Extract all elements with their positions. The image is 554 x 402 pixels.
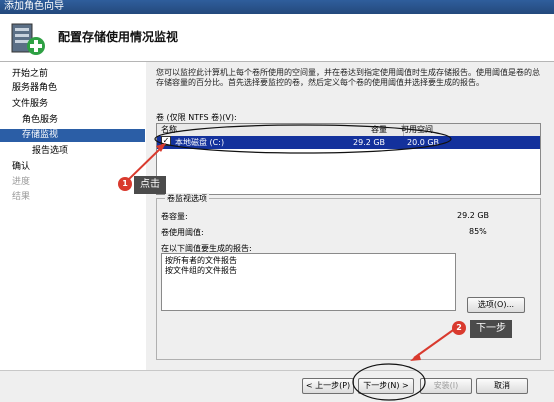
nav-item-before-you-begin[interactable]: 开始之前 xyxy=(12,68,48,81)
threshold-value: 85% xyxy=(469,227,487,236)
volume-free-space: 20.0 GB xyxy=(407,138,440,147)
column-name[interactable]: 名称 xyxy=(161,124,177,136)
server-add-icon xyxy=(11,23,45,55)
nav-item-storage-monitoring[interactable]: 存储监视 xyxy=(0,129,145,142)
step-badge-2: 2 xyxy=(452,321,466,335)
column-free-space[interactable]: 可用空间 xyxy=(401,124,433,136)
previous-button[interactable]: < 上一步(P) xyxy=(302,378,354,394)
nav-item-confirmation[interactable]: 确认 xyxy=(12,161,30,174)
page-title: 配置存储使用情况监视 xyxy=(58,30,179,44)
volume-capacity: 29.2 GB xyxy=(353,138,386,147)
nav-item-file-services[interactable]: 文件服务 xyxy=(12,98,48,111)
wizard-nav: 开始之前 服务器角色 文件服务 角色服务 存储监视 报告选项 确认 进度 结果 xyxy=(0,62,145,402)
capacity-value: 29.2 GB xyxy=(457,211,490,220)
column-capacity[interactable]: 容量 xyxy=(371,124,387,136)
report-item: 按所有者的文件报告 xyxy=(165,256,237,265)
window-title-bar: 添加角色向导 xyxy=(0,0,554,14)
window-title: 添加角色向导 xyxy=(4,1,64,12)
step-tooltip-next: 下一步 xyxy=(470,320,512,338)
volume-list-label: 卷 (仅限 NTFS 卷)(V): xyxy=(156,113,237,122)
volume-name: 本地磁盘 (C:) xyxy=(175,138,225,147)
nav-item-server-roles[interactable]: 服务器角色 xyxy=(12,82,57,95)
report-list: 按所有者的文件报告 按文件组的文件报告 xyxy=(161,253,456,311)
wizard-footer: < 上一步(P) 下一步(N) > 安装(I) 取消 xyxy=(0,370,554,402)
group-title: 卷监视选项 xyxy=(165,193,209,204)
nav-item-report-options[interactable]: 报告选项 xyxy=(32,145,68,158)
nav-item-role-services[interactable]: 角色服务 xyxy=(22,114,58,127)
volume-row[interactable]: ✓ 本地磁盘 (C:) 29.2 GB 20.0 GB xyxy=(157,136,540,149)
next-button[interactable]: 下一步(N) > xyxy=(358,378,414,394)
install-button: 安装(I) xyxy=(420,378,472,394)
capacity-label: 卷容量: xyxy=(161,212,188,221)
threshold-label: 卷使用阈值: xyxy=(161,228,204,237)
step-tooltip-click: 点击 xyxy=(134,176,166,194)
volume-checkbox[interactable]: ✓ xyxy=(161,136,171,146)
wizard-header: 配置存储使用情况监视 xyxy=(0,14,554,62)
nav-item-progress: 进度 xyxy=(12,177,31,187)
description-text: 您可以监控此计算机上每个卷所使用的空间量，并在卷达到指定使用阈值时生成存储报告。… xyxy=(156,68,540,87)
nav-item-results: 结果 xyxy=(12,192,31,202)
options-button[interactable]: 选项(O)... xyxy=(467,297,525,313)
report-item: 按文件组的文件报告 xyxy=(165,266,237,275)
cancel-button[interactable]: 取消 xyxy=(476,378,528,394)
step-badge-1: 1 xyxy=(118,177,132,191)
volume-list[interactable]: 名称 容量 可用空间 ✓ 本地磁盘 (C:) 29.2 GB 20.0 GB xyxy=(156,123,541,195)
